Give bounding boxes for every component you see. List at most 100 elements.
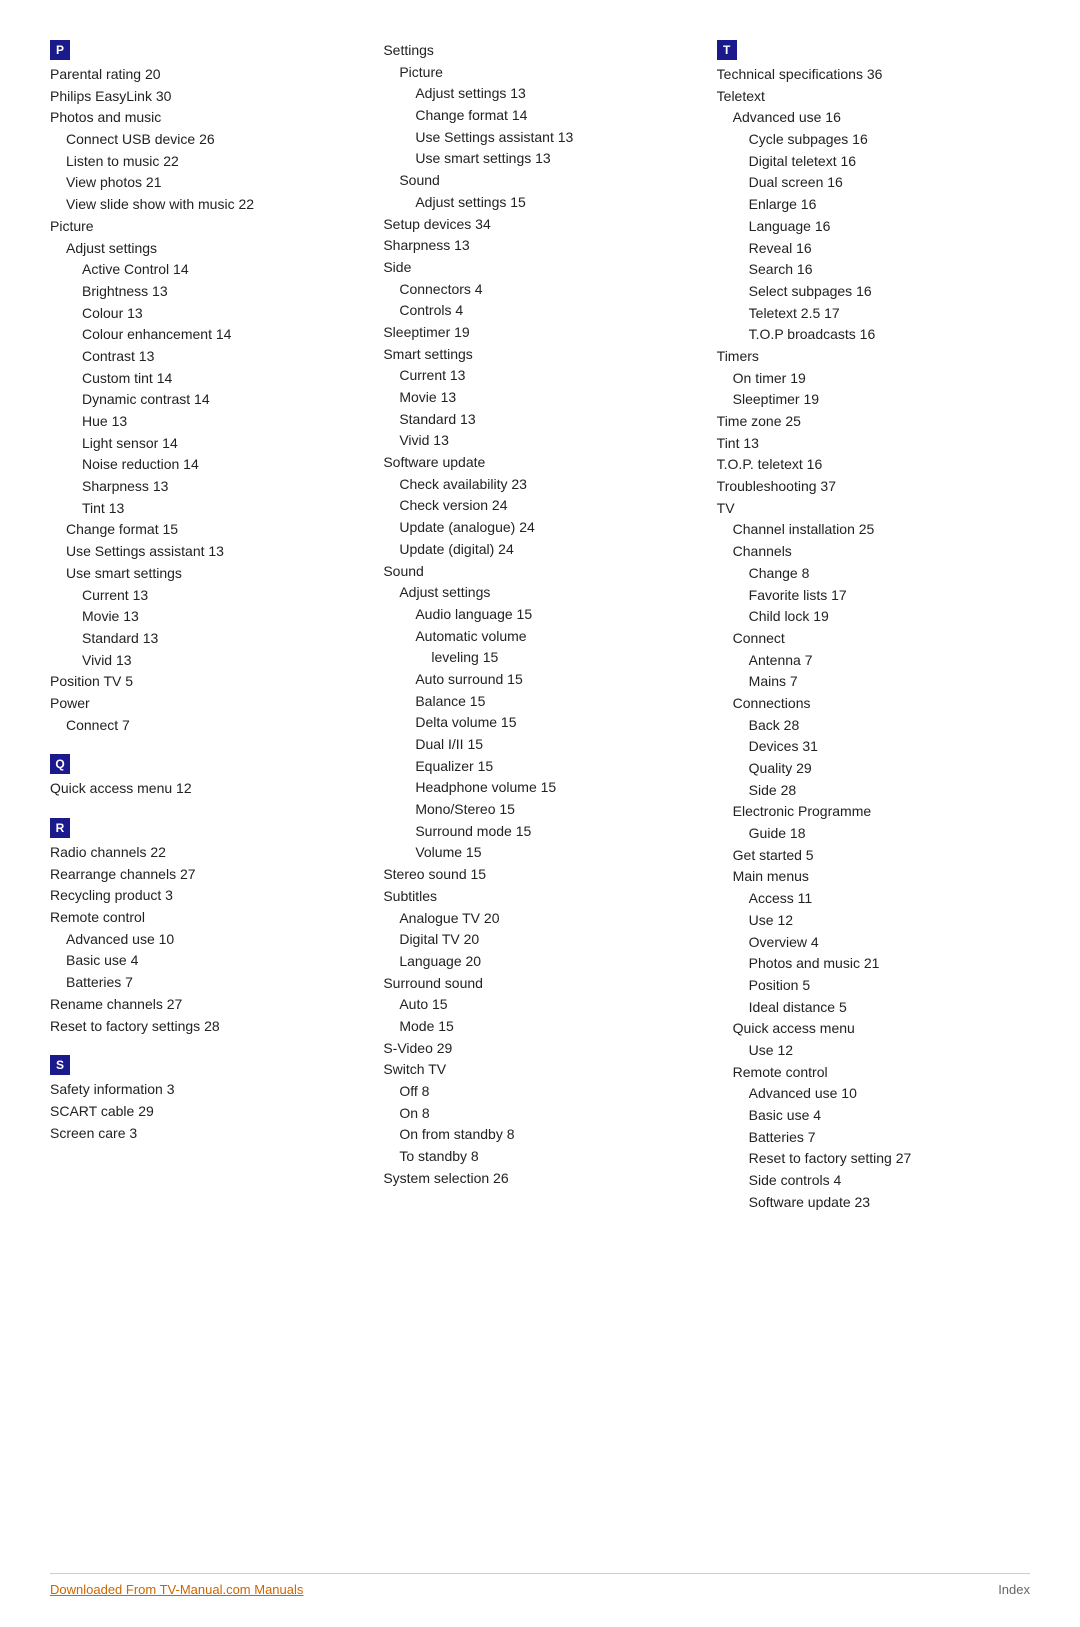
page-container: PParental rating 20Philips EasyLink 30Ph… [0,0,1080,1273]
index-entry: Change format 15 [50,519,363,541]
index-entry: Access 11 [717,888,1030,910]
index-entry: On 8 [383,1103,696,1125]
index-entry: Standard 13 [383,409,696,431]
section-header-P: P [50,40,363,60]
index-entry: Use smart settings [50,563,363,585]
index-entry: Adjust settings 15 [383,192,696,214]
index-entry: Language 20 [383,951,696,973]
letter-box-Q: Q [50,754,70,774]
index-entry: System selection 26 [383,1168,696,1190]
index-entry: T.O.P broadcasts 16 [717,324,1030,346]
index-entry: Sound [383,170,696,192]
index-entry: Tint 13 [50,498,363,520]
column-1: SettingsPictureAdjust settings 13Change … [383,40,716,1189]
index-entry: Basic use 4 [717,1105,1030,1127]
index-entry: Adjust settings [383,582,696,604]
index-entry: Recycling product 3 [50,885,363,907]
section-header-Q: Q [50,754,363,774]
index-entry: Digital TV 20 [383,929,696,951]
index-entry: Connect [717,628,1030,650]
index-entry: Use smart settings 13 [383,148,696,170]
index-entry: Troubleshooting 37 [717,476,1030,498]
index-entry: Child lock 19 [717,606,1030,628]
index-entry: Cycle subpages 16 [717,129,1030,151]
index-entry: Settings [383,40,696,62]
index-entry: Side controls 4 [717,1170,1030,1192]
index-entry: Enlarge 16 [717,194,1030,216]
index-entry: View slide show with music 22 [50,194,363,216]
index-entry: Software update [383,452,696,474]
index-entry: Auto surround 15 [383,669,696,691]
index-entry: Position 5 [717,975,1030,997]
index-entry: Remote control [50,907,363,929]
index-entry: Quality 29 [717,758,1030,780]
index-entry: Guide 18 [717,823,1030,845]
index-entry: Picture [50,216,363,238]
index-entry: Advanced use 10 [717,1083,1030,1105]
footer-link[interactable]: Downloaded From TV-Manual.com Manuals [50,1582,303,1597]
index-entry: Change format 14 [383,105,696,127]
index-entry: Position TV 5 [50,671,363,693]
index-entry: Screen care 3 [50,1123,363,1145]
index-entry: Standard 13 [50,628,363,650]
index-entry: S-Video 29 [383,1038,696,1060]
column-0: PParental rating 20Philips EasyLink 30Ph… [50,40,383,1144]
section-header-S: S [50,1055,363,1075]
index-entry: Equalizer 15 [383,756,696,778]
index-entry: Connect USB device 26 [50,129,363,151]
index-entry: Brightness 13 [50,281,363,303]
index-entry: Vivid 13 [383,430,696,452]
index-entry: Update (analogue) 24 [383,517,696,539]
index-entry: Light sensor 14 [50,433,363,455]
index-entry: Off 8 [383,1081,696,1103]
index-entry: Current 13 [383,365,696,387]
index-entry: Power [50,693,363,715]
letter-box-S: S [50,1055,70,1075]
index-entry: Software update 23 [717,1192,1030,1214]
index-entry: Use 12 [717,1040,1030,1062]
index-entry: Quick access menu [717,1018,1030,1040]
index-entry: Check availability 23 [383,474,696,496]
index-entry: On timer 19 [717,368,1030,390]
index-entry: Tint 13 [717,433,1030,455]
index-entry: Remote control [717,1062,1030,1084]
index-entry: Electronic Programme [717,801,1030,823]
index-entry: Digital teletext 16 [717,151,1030,173]
index-entry: T.O.P. teletext 16 [717,454,1030,476]
index-columns: PParental rating 20Philips EasyLink 30Ph… [50,40,1030,1213]
index-entry: Listen to music 22 [50,151,363,173]
index-entry: Change 8 [717,563,1030,585]
index-entry: SCART cable 29 [50,1101,363,1123]
index-entry: Use Settings assistant 13 [50,541,363,563]
index-entry: Stereo sound 15 [383,864,696,886]
index-entry: View photos 21 [50,172,363,194]
index-entry: Current 13 [50,585,363,607]
index-entry: Time zone 25 [717,411,1030,433]
index-entry: leveling 15 [383,647,696,669]
index-entry: Headphone volume 15 [383,777,696,799]
index-entry: Adjust settings [50,238,363,260]
column-2: TTechnical specifications 36TeletextAdva… [717,40,1030,1213]
index-entry: Basic use 4 [50,950,363,972]
index-entry: Check version 24 [383,495,696,517]
index-entry: Volume 15 [383,842,696,864]
index-entry: Antenna 7 [717,650,1030,672]
index-entry: Advanced use 16 [717,107,1030,129]
index-entry: Contrast 13 [50,346,363,368]
index-entry: Mono/Stereo 15 [383,799,696,821]
index-entry: Delta volume 15 [383,712,696,734]
index-entry: Active Control 14 [50,259,363,281]
index-entry: Subtitles [383,886,696,908]
index-entry: Language 16 [717,216,1030,238]
index-entry: Mains 7 [717,671,1030,693]
index-entry: Dual I/II 15 [383,734,696,756]
index-entry: Dynamic contrast 14 [50,389,363,411]
index-entry: Reset to factory settings 28 [50,1016,363,1038]
index-entry: Surround sound [383,973,696,995]
index-entry: Smart settings [383,344,696,366]
index-entry: Teletext [717,86,1030,108]
index-entry: Sleeptimer 19 [383,322,696,344]
footer-page-label: Index [998,1582,1030,1597]
index-entry: Devices 31 [717,736,1030,758]
index-entry: Dual screen 16 [717,172,1030,194]
